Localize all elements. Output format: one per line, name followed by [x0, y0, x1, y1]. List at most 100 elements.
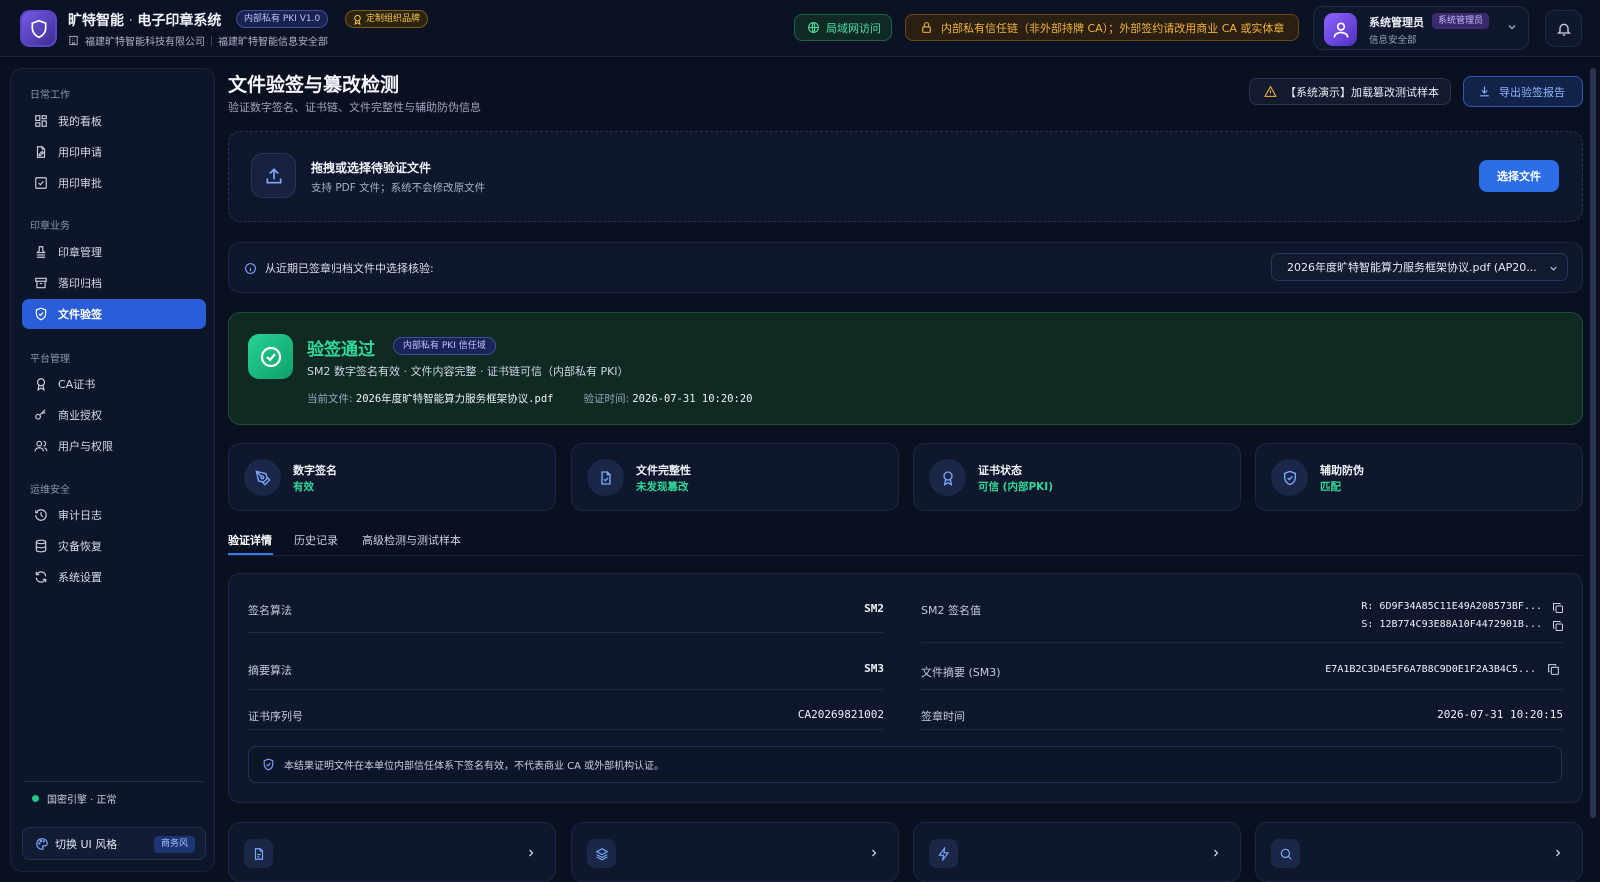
notification-button[interactable] — [1545, 10, 1582, 47]
zap-icon — [929, 839, 958, 868]
tab-advanced-detection[interactable]: 高级检测与测试样本 — [362, 532, 461, 548]
copy-icon[interactable] — [1552, 620, 1564, 632]
choose-file-button[interactable]: 选择文件 — [1479, 160, 1559, 192]
chevron-right-icon — [529, 849, 534, 857]
row-divider — [921, 729, 1563, 730]
database-icon — [35, 539, 47, 553]
row-divider — [248, 632, 884, 633]
export-report-button[interactable]: 导出验签报告 — [1463, 76, 1583, 107]
app-logo — [20, 10, 57, 47]
user-role-badge: 系统管理员 — [1432, 13, 1490, 29]
globe-icon — [808, 22, 819, 33]
file-check-icon — [587, 459, 624, 496]
pen-tool-icon — [244, 459, 281, 496]
sidebar: 日常工作 我的看板 用印申请 用印审批 印章业务 印章管理 落印归档 文件验签 … — [10, 68, 215, 872]
top-bar: 旷特智能 · 电子印章系统 内部私有 PKI V1.0 定制组织品牌 福建旷特智… — [0, 0, 1600, 57]
palette-icon — [36, 837, 48, 850]
file-icon — [244, 839, 273, 868]
nav-group-platform: 平台管理 — [30, 354, 70, 365]
history-icon — [35, 509, 47, 521]
cert-serial-value: CA20269821002 — [797, 708, 884, 721]
load-demo-sample-button[interactable]: 【系统演示】加载篡改测试样本 — [1249, 78, 1451, 105]
sidebar-item-dashboard[interactable]: 我的看板 — [22, 106, 206, 136]
shield-check-icon — [263, 758, 274, 771]
stat-card-anti-counterfeit: 辅助防伪 匹配 — [1255, 443, 1583, 511]
users-icon — [34, 440, 48, 452]
verify-time: 验证时间: 2026-07-31 10:20:20 — [583, 393, 753, 405]
award-icon — [354, 14, 361, 25]
digest-algo-value: SM3 — [864, 662, 884, 675]
shield-check-icon — [35, 307, 47, 321]
nav-group-seal-business: 印章业务 — [30, 221, 70, 232]
dashboard-icon — [35, 115, 47, 127]
sidebar-item-users[interactable]: 用户与权限 — [22, 431, 206, 461]
quick-card-file[interactable] — [228, 822, 556, 882]
result-meta: 当前文件: 2026年度旷特智能算力服务框架协议.pdf 验证时间: 2026-… — [307, 391, 752, 406]
info-icon — [245, 262, 256, 274]
sm2-signature-label: SM2 签名值 — [921, 604, 981, 617]
brand-tag: 定制组织品牌 — [345, 10, 429, 28]
user-name: 系统管理员 — [1369, 16, 1424, 29]
tab-history[interactable]: 历史记录 — [294, 532, 338, 548]
upload-dropzone[interactable]: 拖拽或选择待验证文件 支持 PDF 文件；系统不会修改原文件 选择文件 — [228, 131, 1583, 222]
verify-result-panel: 验签通过 内部私有 PKI 信任域 SM2 数字签名有效 · 文件内容完整 · … — [228, 312, 1583, 425]
page-title: 文件验签与篡改检测 — [228, 74, 400, 96]
trust-disclaimer-note: 本结果证明文件在本单位内部信任体系下签名有效，不代表商业 CA 或外部机构认证。 — [248, 746, 1562, 783]
download-icon — [1480, 86, 1489, 97]
sidebar-item-seal-management[interactable]: 印章管理 — [22, 237, 206, 267]
chevron-right-icon — [1556, 849, 1561, 857]
copy-icon[interactable] — [1547, 663, 1560, 676]
shield-check-icon — [1271, 459, 1308, 496]
refresh-icon — [35, 571, 47, 583]
trust-chain-warning: 内部私有信任链（非外部持牌 CA）；外部签约请改用商业 CA 或实体章 — [905, 14, 1299, 41]
archive-icon — [35, 277, 47, 289]
sidebar-item-seal-request[interactable]: 用印申请 — [22, 137, 206, 167]
page-subtitle: 验证数字签名、证书链、文件完整性与辅助防伪信息 — [228, 101, 481, 114]
sidebar-divider — [23, 781, 204, 782]
sidebar-item-file-verify[interactable]: 文件验签 — [22, 299, 206, 329]
engine-status: 国密引擎 · 正常 — [32, 791, 117, 806]
quick-card-zap[interactable] — [913, 822, 1241, 882]
search-icon — [1271, 839, 1300, 868]
sidebar-item-license[interactable]: 商业授权 — [22, 400, 206, 430]
sidebar-item-ca-cert[interactable]: CA证书 — [22, 369, 206, 399]
upload-subtitle: 支持 PDF 文件；系统不会修改原文件 — [311, 182, 486, 194]
sidebar-item-audit-log[interactable]: 审计日志 — [22, 500, 206, 530]
user-menu[interactable]: 系统管理员 系统管理员 信息安全部 — [1313, 6, 1529, 50]
copy-icon[interactable] — [1552, 602, 1564, 614]
row-divider — [248, 729, 884, 730]
sign-algo-value: SM2 — [864, 602, 884, 615]
sidebar-item-seal-approval[interactable]: 用印审批 — [22, 168, 206, 198]
page-scrollbar[interactable] — [1590, 68, 1596, 818]
upload-icon — [251, 153, 296, 198]
stat-value: 可信 (内部PKI) — [978, 481, 1053, 493]
file-edit-icon — [36, 146, 46, 158]
sign-time-value: 2026-07-31 10:20:15 — [1437, 708, 1563, 721]
stat-card-integrity: 文件完整性 未发现篡改 — [571, 443, 899, 511]
trust-domain-tag: 内部私有 PKI 信任域 — [393, 337, 496, 355]
row-divider — [248, 689, 884, 690]
award-icon — [36, 378, 46, 391]
digest-algo-label: 摘要算法 — [248, 664, 292, 677]
tab-divider — [228, 555, 1583, 556]
chevron-down-icon — [1508, 25, 1516, 30]
recent-file-select[interactable]: 2026年度旷特智能算力服务框架协议.pdf (AP20... — [1271, 253, 1568, 281]
app-title: 旷特智能 · 电子印章系统 — [68, 13, 222, 29]
switch-theme-button[interactable]: 切换 UI 风格 商务风 — [22, 827, 206, 860]
file-digest-value: E7A1B2C3D4E5F6A7B8C9D0E1F2A3B4C5... — [1325, 664, 1536, 675]
chevron-down-icon — [1550, 266, 1557, 271]
chevron-right-icon — [1214, 849, 1219, 857]
department-name: 福建旷特智能信息安全部 — [218, 37, 328, 48]
quick-card-layers[interactable] — [571, 822, 899, 882]
company-name: 福建旷特智能科技有限公司 — [85, 37, 205, 48]
sidebar-item-archive[interactable]: 落印归档 — [22, 268, 206, 298]
stat-value: 匹配 — [1320, 481, 1341, 493]
tab-verify-details[interactable]: 验证详情 — [228, 532, 272, 548]
sm2-signature-s: S: 12B774C93E88A10F4472901B... — [1361, 619, 1542, 630]
sidebar-item-settings[interactable]: 系统设置 — [22, 562, 206, 592]
sidebar-item-disaster-recovery[interactable]: 灾备恢复 — [22, 531, 206, 561]
stat-card-signature: 数字签名 有效 — [228, 443, 556, 511]
row-divider — [921, 689, 1563, 690]
upload-title: 拖拽或选择待验证文件 — [311, 161, 432, 175]
quick-card-search[interactable] — [1255, 822, 1583, 882]
